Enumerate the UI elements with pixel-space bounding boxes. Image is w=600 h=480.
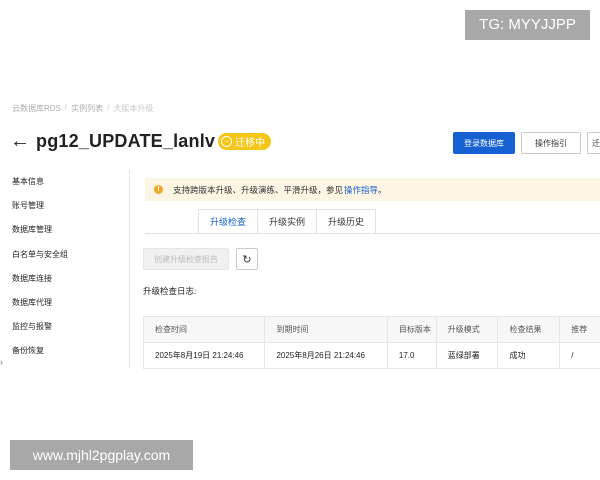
check-log-table: 检查时间 到期时间 目标版本 升级模式 检查结果 推荐 2025年8月19日 2… <box>143 316 600 369</box>
watermark-top: TG: MYYJJPP <box>465 10 590 40</box>
status-badge: – 迁移中 <box>218 132 272 150</box>
sidebar: 基本信息 账号管理 数据库管理 白名单与安全组 数据库连接 数据库代理 监控与报… <box>12 170 128 364</box>
migrate-button[interactable]: 迁 <box>587 132 600 154</box>
sidebar-item-proxy[interactable]: 数据库代理 <box>12 291 128 315</box>
column-header: 目标版本 <box>388 317 437 342</box>
sidebar-item-databases[interactable]: 数据库管理 <box>12 218 128 242</box>
operation-guide-button[interactable]: 操作指引 <box>521 132 581 154</box>
column-header: 推荐 <box>571 325 588 334</box>
sidebar-item-connection[interactable]: 数据库连接 <box>12 267 128 291</box>
chevron-right-icon[interactable]: › <box>0 357 3 367</box>
recommend-cell: / <box>571 351 574 360</box>
sidebar-item-accounts[interactable]: 账号管理 <box>12 194 128 218</box>
breadcrumb: 云数据库RDS / 实例列表 / 大版本升级 <box>12 103 153 114</box>
sidebar-item-backup[interactable]: 备份恢复 <box>12 339 128 363</box>
sidebar-item-whitelist[interactable]: 白名单与安全组 <box>12 243 128 267</box>
page-title: pg12_UPDATE_lanlv <box>36 130 216 151</box>
login-database-button[interactable]: 登录数据库 <box>453 132 515 154</box>
sidebar-divider <box>129 170 130 368</box>
status-badge-label: 迁移中 <box>235 137 266 149</box>
breadcrumb-separator: / <box>107 103 110 112</box>
column-header: 检查结果 <box>498 317 561 342</box>
refresh-button[interactable]: ↻ <box>236 248 258 270</box>
target-version-cell: 17.0 <box>388 343 437 368</box>
tab-upgrade-instance[interactable]: 升级实例 <box>258 209 318 234</box>
arrow-left-icon[interactable]: ← <box>10 131 30 151</box>
check-result-cell: 成功 <box>498 343 561 368</box>
breadcrumb-item[interactable]: 云数据库RDS <box>12 103 61 114</box>
check-log-label: 升级检查日志: <box>143 286 197 296</box>
column-header: 检查时间 <box>144 317 266 342</box>
sidebar-item-monitoring[interactable]: 监控与报警 <box>12 315 128 339</box>
breadcrumb-item[interactable]: 实例列表 <box>71 103 103 114</box>
expire-time-cell: 2025年8月26日 21:24:46 <box>265 343 388 368</box>
refresh-icon: ↻ <box>242 253 252 266</box>
watermark-bottom: www.mjhl2pgplay.com <box>10 440 193 470</box>
create-check-report-button[interactable]: 创建升级检查报告 <box>143 248 229 270</box>
tab-upgrade-check[interactable]: 升级检查 <box>198 209 259 234</box>
table-header: 检查时间 到期时间 目标版本 升级模式 检查结果 推荐 <box>144 317 600 343</box>
breadcrumb-separator: / <box>64 103 68 112</box>
table-row: 2025年8月19日 21:24:46 2025年8月26日 21:24:46 … <box>144 343 600 368</box>
notice-link[interactable]: 操作指导 <box>344 184 378 196</box>
tab-upgrade-history[interactable]: 升级历史 <box>317 209 377 234</box>
check-time-cell: 2025年8月19日 21:24:46 <box>144 343 266 368</box>
notice-banner: ! 支持跨版本升级、升级演练、平滑升级，参见 操作指导 。 <box>145 178 600 201</box>
title-row: ← pg12_UPDATE_lanlv – 迁移中 <box>10 128 272 154</box>
tab-bar: 升级检查 升级实例 升级历史 <box>198 209 377 234</box>
dash-circle-icon: – <box>221 135 233 147</box>
upgrade-mode-cell: 蓝绿部署 <box>437 343 499 368</box>
warning-icon: ! <box>154 185 163 194</box>
sidebar-item-basic-info[interactable]: 基本信息 <box>12 170 128 194</box>
breadcrumb-current: 大版本升级 <box>113 104 154 113</box>
notice-text: 支持跨版本升级、升级演练、平滑升级，参见 <box>173 184 344 195</box>
column-header: 升级模式 <box>437 317 499 342</box>
column-header: 到期时间 <box>265 317 388 342</box>
notice-suffix: 。 <box>378 184 387 195</box>
tab-divider <box>145 233 600 234</box>
